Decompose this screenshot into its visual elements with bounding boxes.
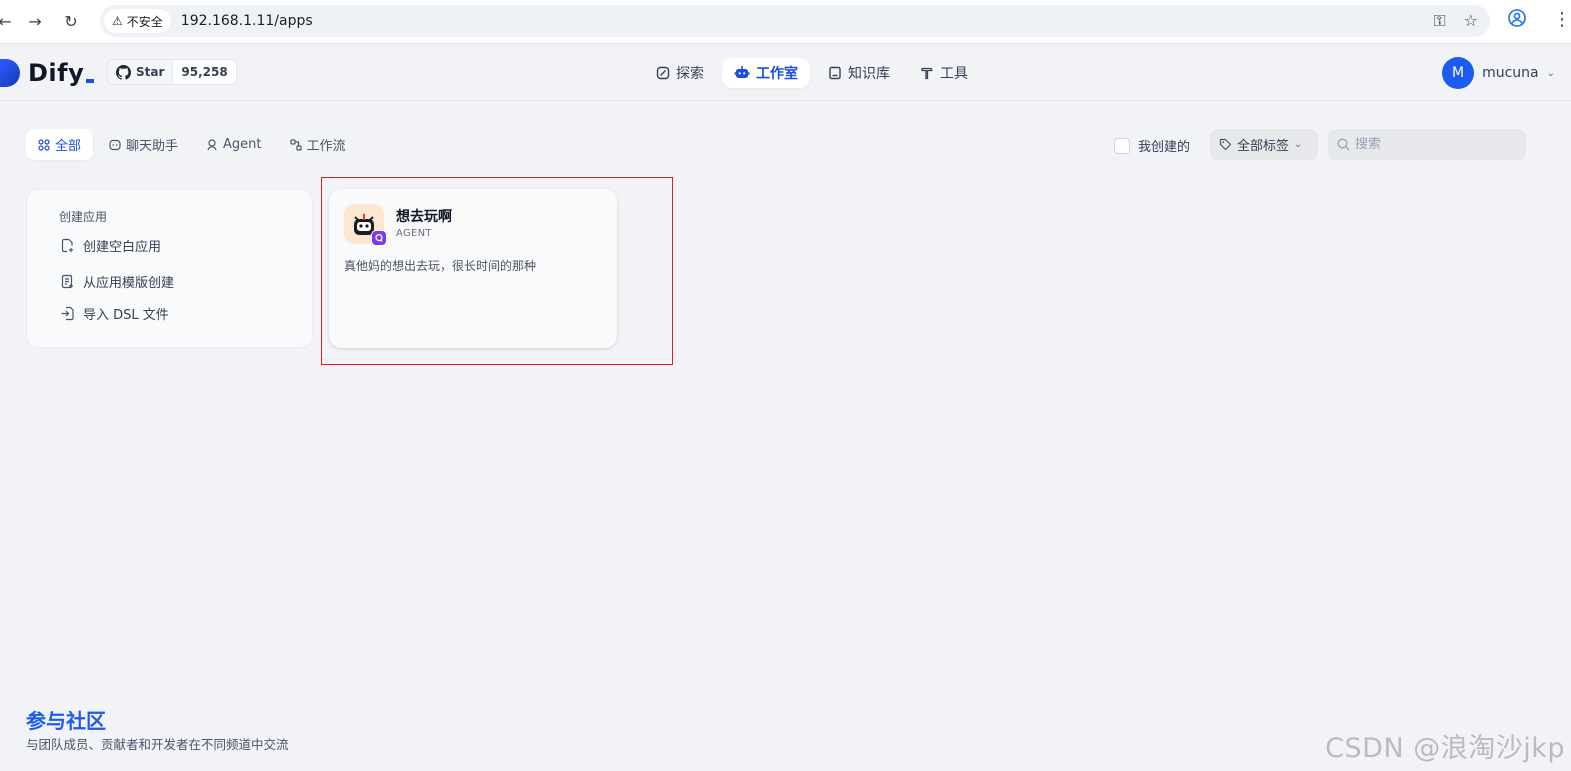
create-app-card: 创建应用 创建空白应用 从应用模版创建 导入 DSL 文件 xyxy=(26,189,313,348)
agent-icon xyxy=(207,138,217,150)
bookmark-star-icon[interactable]: ☆ xyxy=(1464,11,1478,31)
tag-filter-select[interactable]: 全部标签 ⌄ xyxy=(1210,129,1318,160)
github-star-count: 95,258 xyxy=(181,65,228,79)
import-icon xyxy=(61,306,74,321)
url-text[interactable]: 192.168.1.11/apps xyxy=(181,13,313,29)
github-star-button[interactable]: Star 95,258 xyxy=(107,59,237,85)
app-card[interactable]: 想去玩啊 AGENT 真他妈的想出去玩，很长时间的那种 xyxy=(329,189,617,348)
security-indicator[interactable]: ⚠ 不安全 xyxy=(104,9,171,33)
app-type: AGENT xyxy=(396,228,432,239)
nav-studio[interactable]: 工作室 xyxy=(722,58,810,88)
main-nav: 探索 工作室 知识库 工具 xyxy=(644,58,980,88)
app-header: Dify Star 95,258 探索 工作室 知识库 工具 M mucuna … xyxy=(0,45,1571,101)
agent-badge-icon xyxy=(371,230,387,246)
user-name: mucuna xyxy=(1482,65,1539,81)
watermark: CSDN @浪淘沙jkp xyxy=(1325,733,1565,764)
logo-mark xyxy=(0,59,20,87)
avatar: M xyxy=(1442,57,1475,89)
book-icon xyxy=(829,66,841,80)
warning-icon: ⚠ xyxy=(112,14,123,28)
community-subtitle: 与团队成员、贡献者和开发者在不同频道中交流 xyxy=(26,737,289,752)
key-icon[interactable]: ⚿ xyxy=(1433,11,1445,31)
back-icon[interactable]: ← xyxy=(0,10,16,32)
logo-text: Dify xyxy=(28,59,85,87)
created-by-me-checkbox[interactable] xyxy=(1114,137,1130,154)
tag-icon xyxy=(1219,138,1232,151)
github-icon xyxy=(116,64,131,80)
robot-icon xyxy=(734,66,750,78)
chevron-down-icon: ⌄ xyxy=(1294,139,1303,150)
import-dsl-button[interactable]: 导入 DSL 文件 xyxy=(60,304,169,323)
chevron-down-icon: ⌄ xyxy=(1546,67,1555,79)
hammer-icon xyxy=(921,67,933,80)
tab-workflow[interactable]: 工作流 xyxy=(278,129,358,160)
nav-knowledge[interactable]: 知识库 xyxy=(816,58,902,88)
template-icon xyxy=(61,274,73,289)
profile-icon[interactable] xyxy=(1508,9,1526,32)
browser-chrome: ← → ↻ ⚠ 不安全 192.168.1.11/apps ⚿ ☆ ⋮ xyxy=(0,0,1571,44)
dify-logo[interactable]: Dify xyxy=(0,59,95,87)
created-by-me-filter[interactable]: 我创建的 xyxy=(1114,136,1190,155)
search-icon xyxy=(1337,138,1350,151)
app-type-tabs: 全部 聊天助手 Agent 工作流 xyxy=(26,129,358,160)
search-box[interactable] xyxy=(1328,129,1526,160)
tab-chat[interactable]: 聊天助手 xyxy=(97,129,190,160)
nav-tools[interactable]: 工具 xyxy=(908,58,980,88)
tab-all[interactable]: 全部 xyxy=(26,129,94,160)
file-plus-icon xyxy=(61,238,73,253)
search-input[interactable] xyxy=(1355,137,1505,152)
explore-icon xyxy=(656,66,670,80)
create-blank-app-button[interactable]: 创建空白应用 xyxy=(60,236,161,255)
user-menu[interactable]: M mucuna ⌄ xyxy=(1442,57,1555,89)
github-star-label: Star xyxy=(136,65,165,79)
tab-agent[interactable]: Agent xyxy=(194,129,273,160)
forward-icon[interactable]: → xyxy=(24,10,46,32)
nav-explore[interactable]: 探索 xyxy=(644,58,716,88)
menu-kebab-icon[interactable]: ⋮ xyxy=(1553,9,1571,30)
address-bar[interactable]: ⚠ 不安全 192.168.1.11/apps ⚿ ☆ xyxy=(100,5,1490,37)
app-description: 真他妈的想出去玩，很长时间的那种 xyxy=(344,259,537,273)
reload-icon[interactable]: ↻ xyxy=(60,10,82,32)
chat-icon xyxy=(109,139,121,150)
grid-icon xyxy=(38,138,50,151)
community-title: 参与社区 xyxy=(26,709,106,733)
app-name: 想去玩啊 xyxy=(396,209,452,225)
create-app-title: 创建应用 xyxy=(59,210,108,224)
workflow-icon xyxy=(289,138,302,151)
create-from-template-button[interactable]: 从应用模版创建 xyxy=(60,272,174,291)
